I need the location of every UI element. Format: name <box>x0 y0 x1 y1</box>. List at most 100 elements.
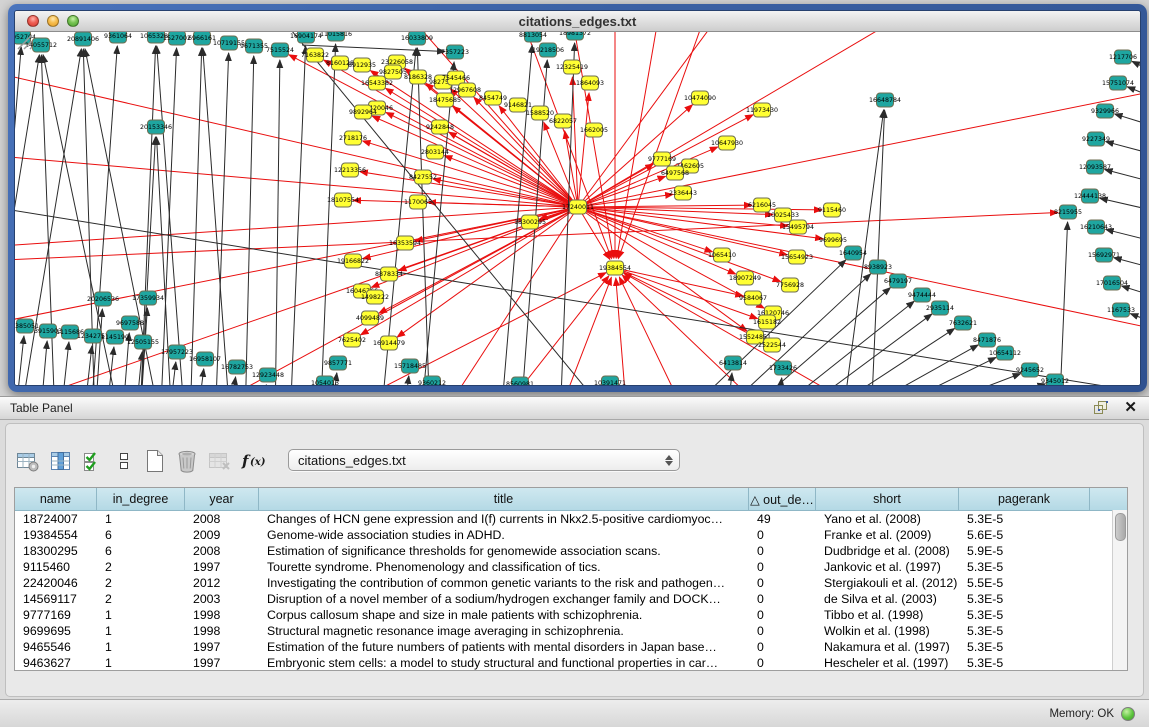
graph-node[interactable]: 20153346 <box>140 120 172 134</box>
table-cell[interactable]: 14569117 <box>15 591 97 607</box>
graph-edge[interactable] <box>578 207 764 308</box>
graph-node[interactable]: 8427552 <box>409 170 437 184</box>
table-cell[interactable]: 2008 <box>185 543 259 559</box>
delete-table-icon[interactable] <box>175 448 199 474</box>
function-builder-icon[interactable]: f(x) <box>241 448 269 474</box>
graph-edge[interactable] <box>1100 198 1140 212</box>
graph-edge[interactable] <box>618 32 725 259</box>
graph-edge[interactable] <box>380 48 416 385</box>
table-row[interactable]: 1872400712008Changes of HCN gene express… <box>15 511 1127 527</box>
graph-edge[interactable] <box>858 345 978 385</box>
graph-edge[interactable] <box>578 90 1140 207</box>
graph-node[interactable]: 15692971 <box>1088 248 1120 262</box>
graph-node[interactable]: 8471876 <box>973 333 1001 347</box>
graph-edge[interactable] <box>420 62 454 385</box>
column-header-pagerank[interactable]: pagerank <box>959 488 1090 510</box>
graph-edge[interactable] <box>15 55 39 385</box>
graph-node[interactable]: 16033809 <box>401 32 433 45</box>
table-cell[interactable]: 1998 <box>185 623 259 639</box>
table-cell[interactable]: 5.5E-5 <box>959 575 1090 591</box>
table-cell[interactable]: 5.9E-5 <box>959 543 1090 559</box>
table-cell[interactable]: 1 <box>97 511 185 527</box>
graph-edge[interactable] <box>622 275 790 385</box>
graph-edge[interactable] <box>105 347 114 385</box>
graph-node[interactable]: 9857771 <box>324 356 352 370</box>
graph-node[interactable]: 1640954 <box>839 246 867 260</box>
graph-edge[interactable] <box>215 53 229 385</box>
table-cell[interactable]: 0 <box>749 607 816 623</box>
graph-node[interactable]: 18475685 <box>429 93 461 107</box>
graph-edge[interactable] <box>572 77 578 207</box>
table-cell[interactable]: 5.3E-5 <box>959 655 1090 671</box>
graph-edge[interactable] <box>15 207 578 250</box>
table-cell[interactable]: 2 <box>97 559 185 575</box>
new-table-icon[interactable] <box>144 448 166 474</box>
graph-node[interactable]: 6413814 <box>719 356 747 370</box>
graph-edge[interactable] <box>190 48 202 385</box>
graph-edge[interactable] <box>40 341 47 385</box>
graph-node[interactable]: 9699695 <box>819 233 847 247</box>
graph-node[interactable]: 9115460 <box>818 203 846 217</box>
table-cell[interactable]: 6 <box>97 527 185 543</box>
table-cell[interactable]: Dudbridge et al. (2008) <box>816 543 959 559</box>
graph-edge[interactable] <box>228 377 236 385</box>
graph-node[interactable]: 9361064 <box>104 32 132 43</box>
graph-node[interactable]: 6216045 <box>748 198 776 212</box>
table-row[interactable]: 2242004622012Investigating the contribut… <box>15 575 1127 591</box>
table-cell[interactable]: Franke et al. (2009) <box>816 527 959 543</box>
select-rows-icon[interactable] <box>82 448 104 474</box>
table-cell[interactable]: Disruption of a novel member of a sodium… <box>259 591 749 607</box>
table-row[interactable]: 911546021997Tourette syndrome. Phenomeno… <box>15 559 1127 575</box>
graph-node[interactable]: 19166822 <box>337 254 369 268</box>
graph-edge[interactable] <box>449 132 578 207</box>
table-cell[interactable]: Embryonic stem cells: a model to study s… <box>259 655 749 671</box>
table-row[interactable]: 977716911998Corpus callosum shape and si… <box>15 607 1127 623</box>
table-cell[interactable]: Tourette syndrome. Phenomenology and cla… <box>259 559 749 575</box>
graph-node[interactable]: 16210643 <box>1080 220 1112 234</box>
table-scrollbar-track[interactable] <box>1112 510 1127 670</box>
table-settings-icon[interactable] <box>16 448 40 474</box>
table-cell[interactable]: 0 <box>749 527 816 543</box>
network-canvas[interactable]: 8052704140557122089140693610641065328715… <box>15 32 1140 385</box>
graph-edge[interactable] <box>196 369 204 385</box>
graph-node[interactable]: 9474444 <box>908 288 936 302</box>
graph-edge[interactable] <box>15 47 21 385</box>
graph-node[interactable]: 9360212 <box>418 376 446 385</box>
table-cell[interactable]: 0 <box>749 639 816 655</box>
graph-edge[interactable] <box>1115 114 1140 128</box>
graph-node[interactable]: 1170065 <box>404 195 432 209</box>
graph-node[interactable]: 1733426 <box>769 361 797 375</box>
table-cell[interactable]: 0 <box>749 655 816 671</box>
table-cell[interactable]: 2 <box>97 591 185 607</box>
graph-edge[interactable] <box>480 276 609 385</box>
graph-node[interactable]: 9227349 <box>1082 132 1110 146</box>
table-cell[interactable]: 6 <box>97 543 185 559</box>
table-cell[interactable]: 49 <box>749 511 816 527</box>
graph-edge[interactable] <box>15 336 24 385</box>
graph-node[interactable]: 9245652 <box>1016 363 1044 377</box>
table-cell[interactable]: 1 <box>97 639 185 655</box>
graph-edge[interactable] <box>912 374 1021 385</box>
table-row[interactable]: 1456911722003Disruption of a novel membe… <box>15 591 1127 607</box>
table-cell[interactable]: 1 <box>97 623 185 639</box>
graph-node[interactable]: 6479197 <box>884 274 912 288</box>
graph-edge[interactable] <box>805 314 932 385</box>
graph-node[interactable]: 15654923 <box>781 250 813 264</box>
table-cell[interactable]: 1 <box>97 655 185 671</box>
table-row[interactable]: 946362711997Embryonic stem cells: a mode… <box>15 655 1127 671</box>
table-cell[interactable]: Jankovic et al. (1997) <box>816 559 959 575</box>
table-cell[interactable]: 5.3E-5 <box>959 623 1090 639</box>
table-cell[interactable]: 0 <box>749 575 816 591</box>
table-cell[interactable]: 5.3E-5 <box>959 607 1090 623</box>
close-window-button[interactable] <box>27 15 39 27</box>
graph-node[interactable]: 16904174 <box>290 32 322 43</box>
table-cell[interactable]: Hescheler et al. (1997) <box>816 655 959 671</box>
table-cell[interactable]: 5.3E-5 <box>959 639 1090 655</box>
table-cell[interactable]: Investigating the contribution of common… <box>259 575 749 591</box>
graph-node[interactable]: 1662005 <box>580 123 608 137</box>
column-header-name[interactable]: name <box>15 488 97 510</box>
graph-node[interactable]: 8454749 <box>479 91 507 105</box>
graph-node[interactable]: 2935114 <box>926 301 954 315</box>
graph-node[interactable]: 9584067 <box>739 291 767 305</box>
graph-node[interactable]: 19218506 <box>532 43 564 57</box>
